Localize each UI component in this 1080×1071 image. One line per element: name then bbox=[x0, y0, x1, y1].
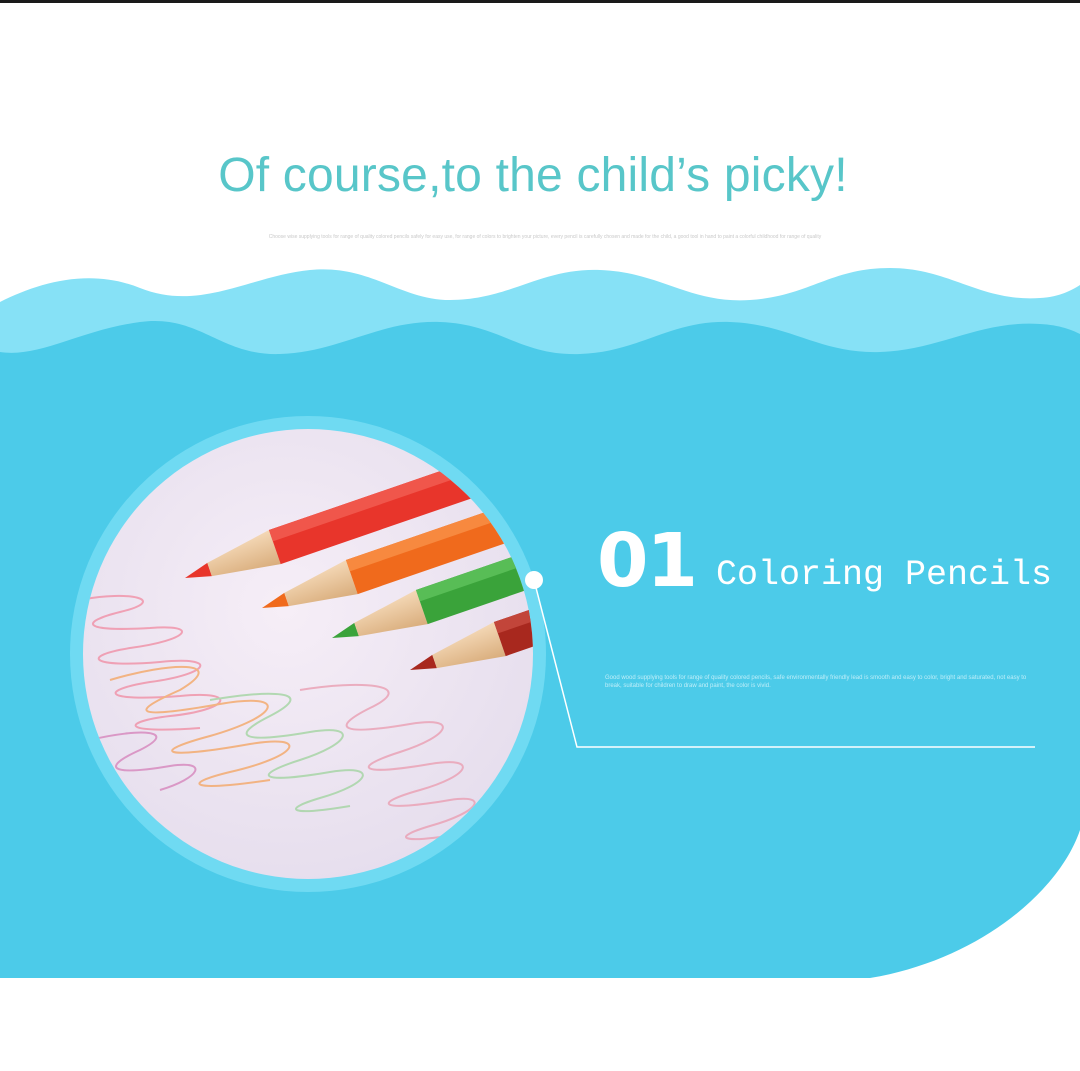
feature-title: Coloring Pencils bbox=[716, 555, 1053, 595]
feature-scene bbox=[0, 268, 1080, 978]
connector-dot-icon bbox=[525, 571, 543, 589]
feature-description: Good wood supplying tools for range of q… bbox=[605, 675, 1027, 689]
feature-number: 01 bbox=[597, 518, 698, 604]
